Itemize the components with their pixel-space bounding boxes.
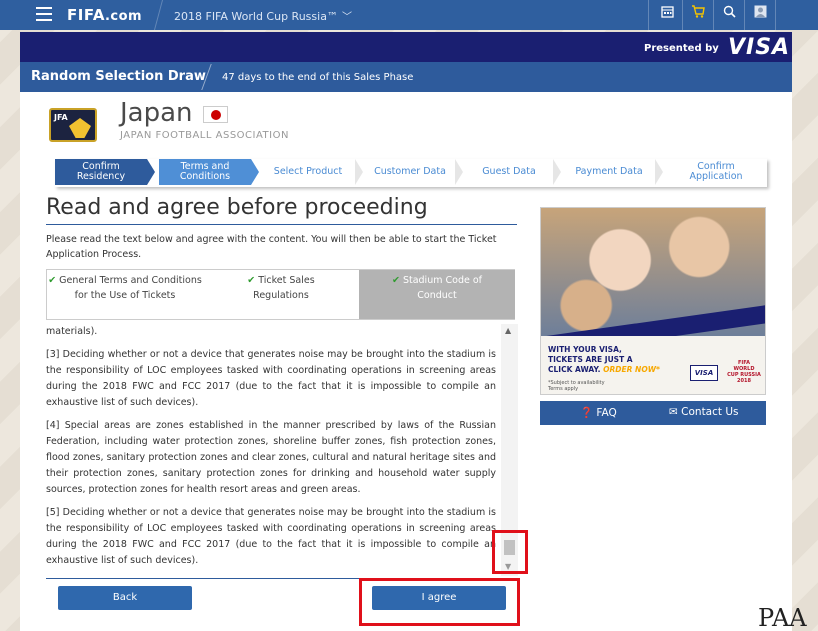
japan-flag-icon (203, 106, 228, 123)
crest-bird-icon (69, 118, 91, 138)
faq-link[interactable]: ❓ FAQ (580, 406, 617, 419)
step-arrow (147, 159, 155, 185)
step-arrow (655, 159, 663, 185)
jfa-crest-logo: JFA (49, 108, 97, 142)
ad-fine-print: *Subject to availability Terms apply (548, 380, 605, 392)
step-terms-and-conditions[interactable]: Terms and Conditions (159, 159, 251, 185)
intro-text: Please read the text below and agree wit… (46, 234, 497, 260)
fifa-logo-suffix: .com (104, 9, 143, 24)
nav-divider (744, 0, 745, 30)
nav-divider (713, 0, 714, 30)
page-title: Random Selection Draw (31, 69, 206, 84)
fifa-logo[interactable]: FIFA.com (67, 6, 142, 24)
tab-label: Stadium Code of Conduct (402, 275, 482, 301)
checkmark-icon: ✔ (391, 275, 400, 286)
sales-phase-countdown: 47 days to the end of this Sales Phase (222, 72, 414, 83)
sponsor-bar: Presented by VISA (20, 32, 792, 62)
agree-button-highlight-box (359, 578, 520, 626)
ad-line: CLICK AWAY. ORDER NOW* (548, 365, 660, 375)
tab-label: Ticket Sales Regulations (253, 275, 315, 301)
step-label: Confirm Residency (76, 161, 126, 182)
terms-paragraph: [3] Deciding whether or not a device tha… (46, 349, 496, 408)
chevron-down-icon: ﹀ (341, 12, 352, 23)
ad-copy: WITH YOUR VISA, TICKETS ARE JUST A CLICK… (548, 345, 660, 375)
page-header: Random Selection Draw 47 days to the end… (20, 62, 792, 92)
watermark-text: PAA (758, 604, 807, 631)
step-label: Customer Data (374, 166, 446, 177)
crest-text: JFA (54, 113, 68, 122)
main-panel: Presented by VISA Random Selection Draw … (20, 32, 792, 631)
terms-paragraph: [5] Deciding whether or not a device tha… (46, 507, 496, 566)
progress-steps: Confirm Residency Terms and Conditions S… (55, 159, 767, 185)
association-full-name: JAPAN FOOTBALL ASSOCIATION (120, 130, 289, 141)
nav-divider (153, 0, 164, 30)
heading-divider (46, 224, 517, 225)
tab-ticket-sales-regulations[interactable]: ✔ Ticket Sales Regulations (203, 270, 359, 319)
step-payment-data[interactable]: Payment Data (563, 159, 655, 185)
terms-content[interactable]: materials). [3] Deciding whether or not … (46, 324, 496, 576)
country-name: Japan (120, 98, 193, 128)
scrollbar-highlight-box (492, 530, 528, 574)
step-label: Guest Data (482, 166, 536, 177)
contact-label: Contact Us (681, 406, 739, 418)
step-arrow (553, 159, 561, 185)
step-guest-data[interactable]: Guest Data (465, 159, 553, 185)
ad-line: TICKETS ARE JUST A (548, 355, 633, 364)
search-icon[interactable] (720, 5, 738, 23)
ad-fine-print-line: Terms apply (548, 386, 579, 392)
back-button[interactable]: Back (58, 586, 192, 610)
tab-general-terms[interactable]: ✔ General Terms and Conditions for the Us… (47, 270, 203, 319)
help-bar: ❓ FAQ ✉ Contact Us (540, 401, 766, 425)
tab-label: General Terms and Conditions for the Use… (59, 275, 202, 301)
step-confirm-residency[interactable]: Confirm Residency (55, 159, 147, 185)
calendar-icon[interactable] (658, 5, 676, 23)
cart-icon[interactable] (689, 5, 707, 23)
step-arrow (355, 159, 363, 185)
step-customer-data[interactable]: Customer Data (365, 159, 455, 185)
nav-divider (648, 0, 649, 30)
step-label: Confirm Application (689, 161, 743, 182)
step-arrow (251, 159, 259, 185)
contact-us-link[interactable]: ✉ Contact Us (669, 406, 739, 418)
user-icon[interactable] (751, 5, 769, 23)
nav-divider (775, 0, 776, 30)
section-heading: Read and agree before proceeding (46, 195, 428, 220)
step-arrow (455, 159, 463, 185)
faq-label: FAQ (596, 407, 617, 419)
terms-paragraph: materials). (46, 326, 98, 337)
visa-advertisement[interactable]: WITH YOUR VISA, TICKETS ARE JUST A CLICK… (540, 207, 766, 395)
ad-line: WITH YOUR VISA, (548, 345, 622, 354)
world-cup-logo: FIFA WORLD CUP RUSSIA 2018 (727, 360, 761, 384)
step-confirm-application[interactable]: Confirm Application (665, 159, 767, 185)
checkmark-icon: ✔ (247, 275, 256, 286)
visa-card-logo: VISA (690, 365, 718, 381)
visa-logo: VISA (728, 35, 791, 60)
order-now-text: ORDER NOW* (603, 365, 660, 374)
terms-tabs: ✔ General Terms and Conditions for the Us… (46, 269, 515, 320)
step-label: Select Product (273, 166, 343, 177)
help-circle-icon: ❓ (580, 407, 594, 419)
terms-paragraph: [4] Special areas are zones established … (46, 420, 496, 495)
ad-line: CLICK AWAY. (548, 365, 601, 374)
event-selector[interactable]: 2018 FIFA World Cup Russia™ ﹀ (174, 8, 352, 23)
step-label: Payment Data (575, 166, 643, 177)
checkmark-icon: ✔ (48, 275, 57, 286)
step-select-product[interactable]: Select Product (261, 159, 355, 185)
nav-divider (682, 0, 683, 30)
hamburger-menu-icon[interactable] (36, 7, 52, 21)
step-label: Terms and Conditions (179, 161, 231, 182)
presented-by-label: Presented by (644, 43, 719, 54)
tab-stadium-code-of-conduct[interactable]: ✔ Stadium Code of Conduct (359, 270, 515, 319)
scroll-up-arrow-icon[interactable]: ▲ (505, 326, 511, 335)
fifa-logo-text: FIFA (67, 6, 105, 24)
event-name: 2018 FIFA World Cup Russia™ (174, 10, 338, 23)
top-nav-bar: FIFA.com 2018 FIFA World Cup Russia™ ﹀ (0, 0, 818, 30)
envelope-icon: ✉ (669, 406, 678, 418)
